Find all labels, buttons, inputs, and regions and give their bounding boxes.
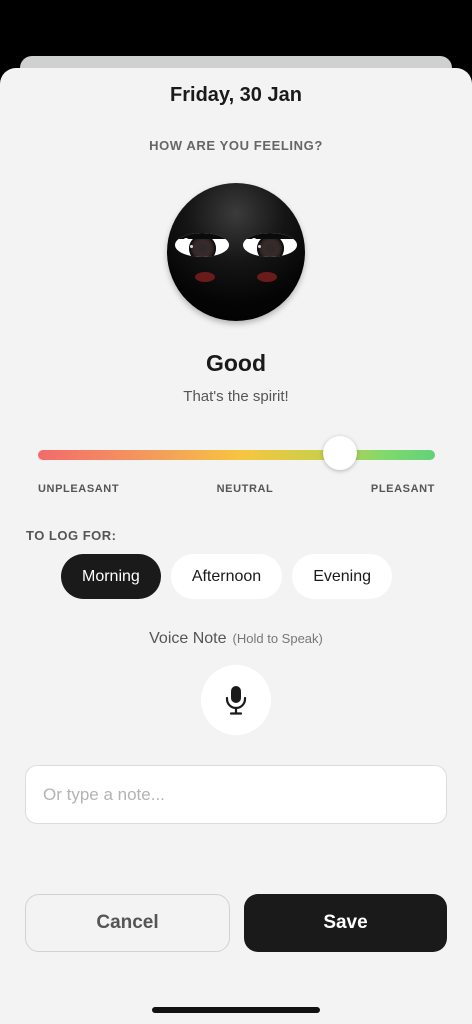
mood-subtitle: That's the spirit! (183, 388, 289, 405)
feeling-question: HOW ARE YOU FEELING? (149, 138, 323, 153)
time-of-day-selector: Morning Afternoon Evening (61, 554, 393, 599)
screen: Friday, 30 Jan HOW ARE YOU FEELING? Good… (0, 0, 472, 1024)
right-cheek (257, 272, 277, 282)
log-for-label: TO LOG FOR: (26, 528, 117, 543)
scale-label-pleasant: PLEASANT (370, 483, 435, 495)
cancel-button[interactable]: Cancel (25, 894, 230, 952)
home-indicator (152, 1007, 320, 1013)
voice-note-title: Voice Note (149, 630, 227, 647)
chip-evening[interactable]: Evening (292, 554, 393, 599)
right-eye-icon (243, 233, 297, 257)
save-button[interactable]: Save (244, 894, 447, 952)
date-title: Friday, 30 Jan (170, 84, 302, 106)
mood-label: Good (205, 350, 267, 376)
mood-log-sheet: Friday, 30 Jan HOW ARE YOU FEELING? Good… (0, 68, 472, 1024)
microphone-icon (225, 686, 247, 715)
mood-face-icon (167, 183, 305, 321)
note-input[interactable] (25, 765, 447, 824)
chip-morning[interactable]: Morning (61, 554, 161, 599)
voice-note-heading: Voice Note (Hold to Speak) (0, 630, 472, 648)
voice-note-hint: (Hold to Speak) (232, 631, 323, 646)
voice-record-button[interactable] (201, 665, 271, 735)
mood-slider-track[interactable] (38, 450, 435, 460)
left-cheek (195, 272, 215, 282)
left-eye-icon (175, 233, 229, 257)
mood-slider-thumb[interactable] (322, 436, 357, 470)
chip-afternoon[interactable]: Afternoon (170, 554, 283, 599)
